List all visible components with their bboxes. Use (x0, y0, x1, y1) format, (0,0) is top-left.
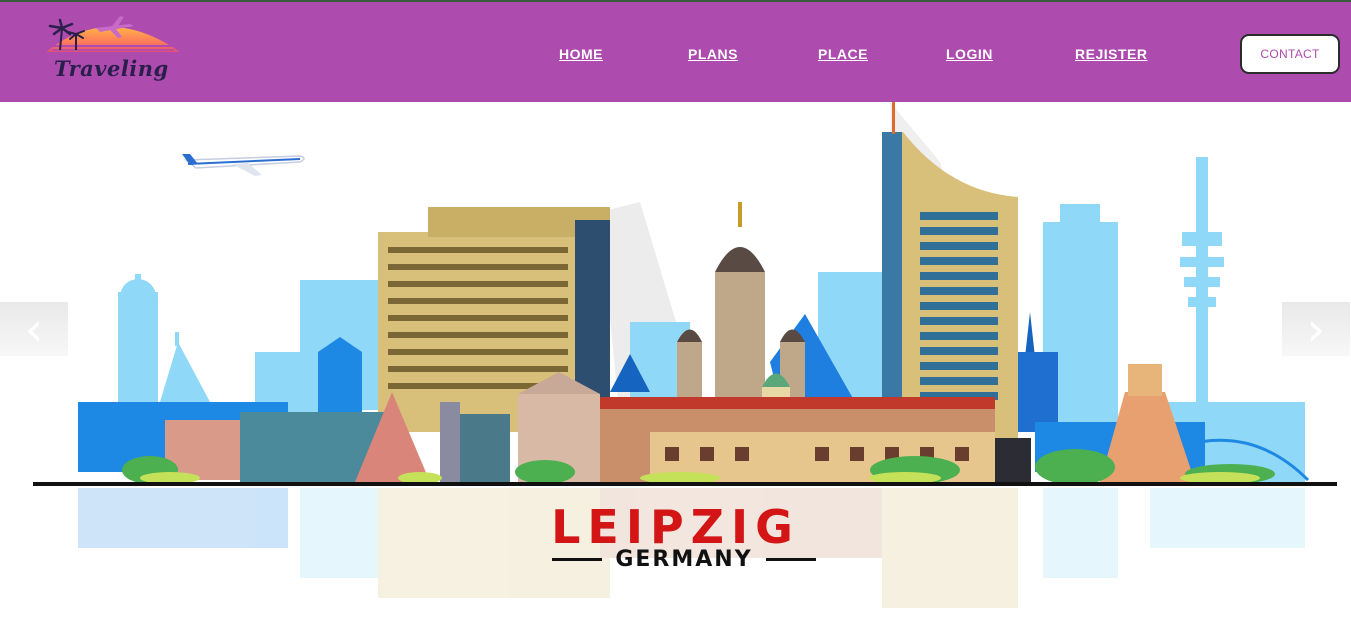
chevron-left-icon: ‹ (24, 302, 44, 356)
divider (765, 557, 816, 561)
nav-place-link[interactable]: PLACE (818, 46, 868, 62)
chevron-right-icon: › (1306, 302, 1326, 356)
nav-login-link[interactable]: LOGIN (946, 46, 993, 62)
nav-register-link[interactable]: REJISTER (1075, 46, 1147, 62)
carousel-prev-button[interactable]: ‹ (0, 302, 68, 356)
airplane-icon (182, 154, 305, 176)
navbar: Traveling HOME PLANS PLACE LOGIN REJISTE… (0, 0, 1351, 102)
hero-carousel: ‹ › LEIPZIG GERMANY (0, 102, 1351, 632)
divider (552, 557, 602, 561)
hero-country: GERMANY (552, 544, 816, 574)
nav-plans-link[interactable]: PLANS (688, 46, 738, 62)
contact-button[interactable]: CONTACT (1240, 34, 1340, 74)
nav-links: HOME PLANS PLACE LOGIN REJISTER (0, 46, 1351, 66)
carousel-next-button[interactable]: › (1282, 302, 1350, 356)
nav-home-link[interactable]: HOME (559, 46, 603, 62)
hero-country-title: GERMANY (615, 546, 753, 572)
